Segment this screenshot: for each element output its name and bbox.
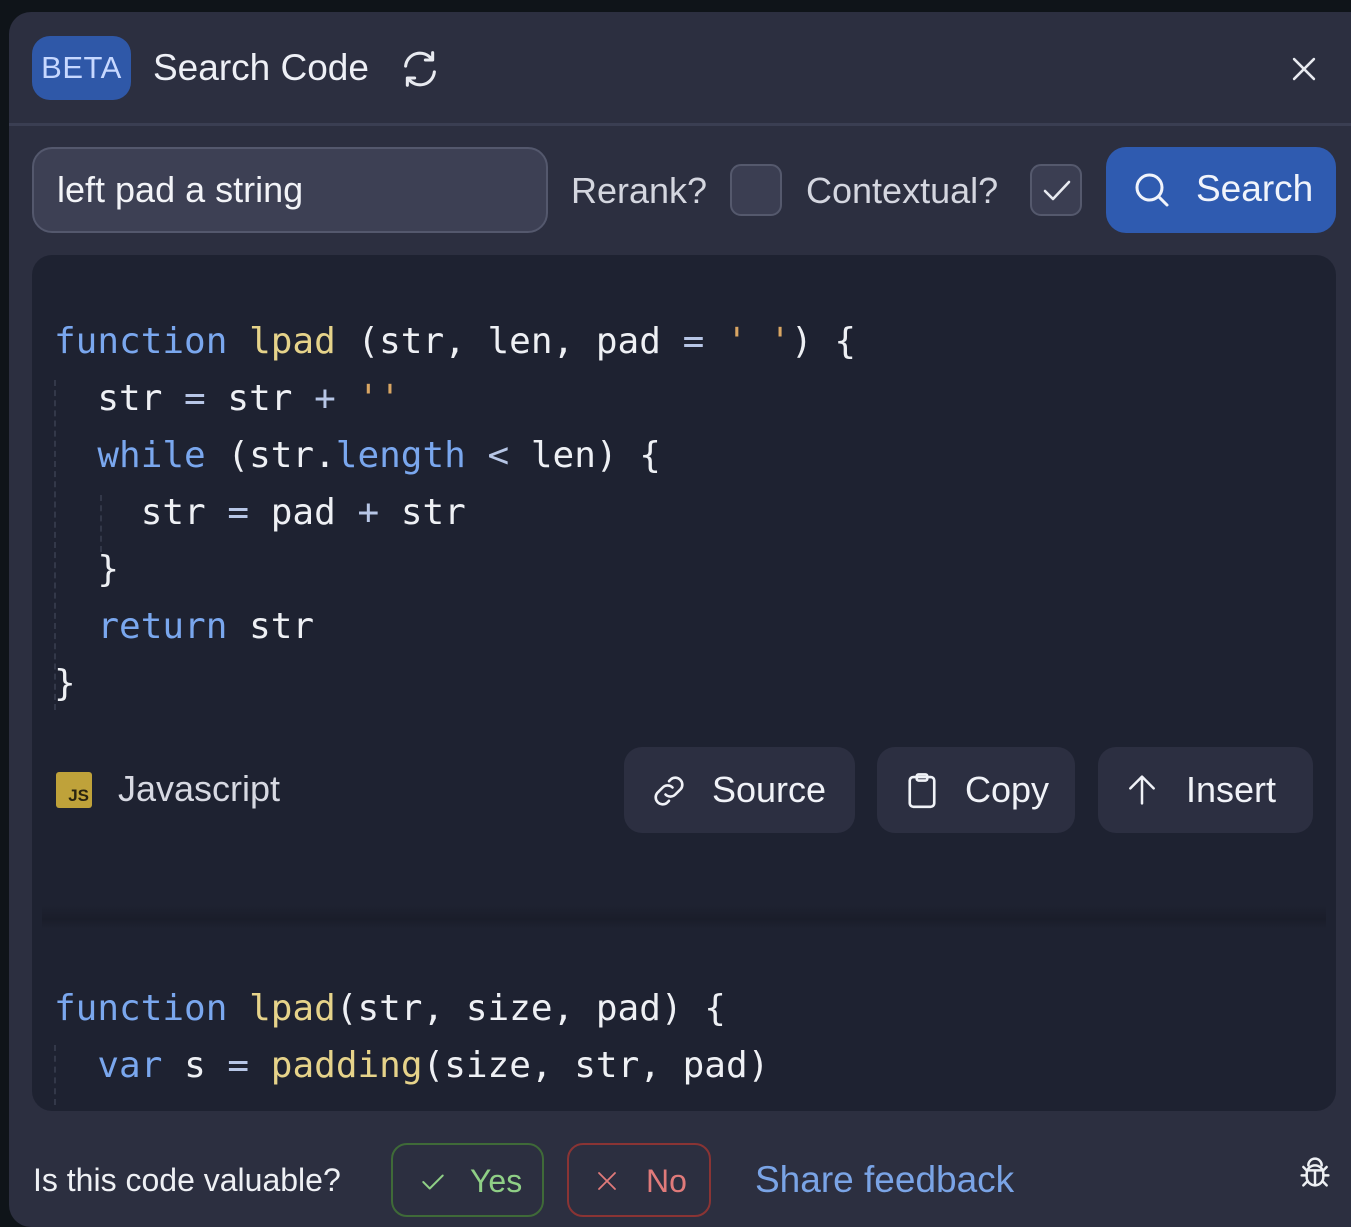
check-icon	[422, 1174, 444, 1190]
code-token-kw: var	[97, 1045, 163, 1086]
contextual-label: Contextual?	[806, 170, 999, 211]
yes-button[interactable]: Yes	[391, 1143, 544, 1217]
javascript-icon: JS	[56, 772, 92, 808]
code-token-str: ' '	[725, 321, 791, 362]
bug-icon[interactable]	[1295, 1152, 1335, 1192]
code-token: str	[54, 492, 228, 533]
rerank-label: Rerank?	[571, 170, 708, 211]
code-snippet[interactable]: function lpad(str, size, pad) { var s = …	[54, 980, 769, 1094]
code-snippet[interactable]: function lpad (str, len, pad = ' ') { st…	[54, 313, 856, 712]
code-token: (size, str, pad)	[422, 1045, 770, 1086]
code-token-op: <	[487, 435, 510, 476]
code-line: }	[54, 655, 856, 712]
code-token-fn: padding	[270, 1045, 423, 1086]
code-token-op: =	[227, 492, 250, 533]
code-token-fn: lpad	[249, 988, 336, 1029]
insert-button[interactable]: Insert	[1098, 747, 1313, 833]
code-token: pad	[249, 492, 358, 533]
code-token-kw: length	[335, 435, 466, 476]
code-token: str	[379, 492, 466, 533]
code-token: (str, size, pad) {	[335, 988, 726, 1029]
code-token: }	[54, 549, 120, 590]
arrow-up-icon	[1129, 775, 1155, 805]
result-card: function lpad(str, size, pad) { var s = …	[32, 935, 1336, 1111]
source-label: Source	[712, 769, 827, 810]
code-token: str	[54, 378, 185, 419]
no-button[interactable]: No	[567, 1143, 711, 1217]
code-token-op: +	[314, 378, 336, 419]
language-label: Javascript	[118, 768, 281, 809]
search-icon	[1135, 173, 1169, 207]
code-line: function lpad (str, len, pad = ' ') {	[54, 313, 856, 370]
search-code-panel: BETA Search Code Rerank? Contextual? Sea…	[9, 12, 1351, 1227]
code-token-op: =	[184, 378, 206, 419]
yes-label: Yes	[470, 1163, 523, 1199]
link-icon	[654, 776, 684, 806]
rerank-checkbox[interactable]	[730, 164, 782, 216]
code-token-kw: while	[97, 435, 206, 476]
no-label: No	[646, 1163, 687, 1199]
code-token-kw: return	[97, 606, 228, 647]
code-token: (str.	[205, 435, 336, 476]
code-token: }	[54, 663, 76, 704]
code-token-fn: lpad	[249, 321, 336, 362]
copy-label: Copy	[965, 769, 1050, 810]
code-token-str: ''	[357, 378, 401, 419]
clipboard-icon	[908, 773, 936, 809]
result-divider	[42, 905, 1326, 929]
results-list[interactable]: function lpad (str, len, pad = ' ') { st…	[32, 255, 1336, 1111]
beta-badge: BETA	[32, 36, 131, 100]
panel-title: Search Code	[153, 47, 369, 88]
copy-button[interactable]: Copy	[877, 747, 1075, 833]
code-line: while (str.length < len) {	[54, 427, 856, 484]
feedback-question: Is this code valuable?	[33, 1162, 341, 1198]
code-token-op: =	[682, 321, 705, 362]
code-line: str = pad + str	[54, 484, 856, 541]
code-token-kw: function	[54, 988, 228, 1029]
contextual-checkbox[interactable]	[1030, 164, 1082, 216]
close-icon[interactable]	[1287, 52, 1321, 86]
code-token-op: +	[357, 492, 380, 533]
insert-label: Insert	[1186, 769, 1277, 810]
code-line: function lpad(str, size, pad) {	[54, 980, 769, 1037]
checkmark-icon	[1043, 180, 1071, 201]
code-line: }	[54, 541, 856, 598]
x-icon	[598, 1172, 616, 1190]
panel-header: BETA Search Code	[9, 12, 1351, 126]
code-token: ) {	[790, 321, 856, 362]
code-token: len) {	[509, 435, 661, 476]
search-button[interactable]: Search	[1106, 147, 1336, 233]
code-token-op: =	[227, 1045, 250, 1086]
code-line: return str	[54, 598, 856, 655]
search-button-label: Search	[1196, 168, 1314, 209]
refresh-icon[interactable]	[397, 46, 443, 92]
code-token: str	[205, 378, 315, 419]
search-input[interactable]	[32, 147, 548, 233]
code-token: s	[162, 1045, 228, 1086]
source-button[interactable]: Source	[624, 747, 855, 833]
code-line: str = str + ''	[54, 370, 856, 427]
code-token: str	[227, 606, 315, 647]
result-card: function lpad (str, len, pad = ' ') { st…	[32, 255, 1336, 905]
code-token-kw: function	[54, 321, 228, 362]
share-feedback-link[interactable]: Share feedback	[755, 1158, 1014, 1202]
code-token: (str, len, pad	[335, 321, 683, 362]
code-line: var s = padding(size, str, pad)	[54, 1037, 769, 1094]
